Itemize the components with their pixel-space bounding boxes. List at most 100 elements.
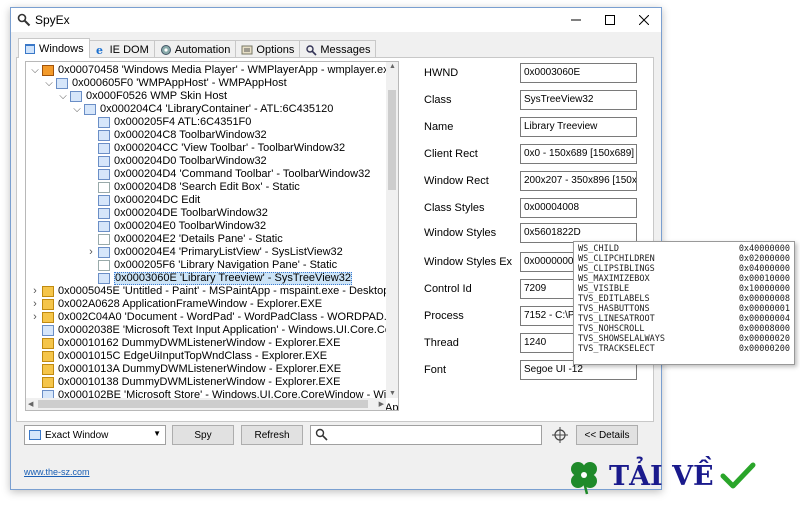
tree-node-label: 0x00010138 DummyDWMListenerWindow - Expl…	[58, 376, 341, 388]
tab-label: Windows	[39, 42, 84, 55]
property-value-field[interactable]: SysTreeView32	[520, 90, 637, 110]
spy-button[interactable]: Spy	[172, 425, 234, 445]
scroll-right-icon[interactable]: ▶	[379, 400, 384, 408]
minimize-button[interactable]	[559, 8, 593, 32]
search-icon	[315, 428, 328, 441]
expand-chevron-icon[interactable]: ›	[30, 285, 40, 298]
style-flag-value: 0x02000000	[738, 254, 790, 264]
tree-node[interactable]: ⌵ 0x00070458 'Windows Media Player' - WMP…	[26, 64, 398, 77]
tree-node[interactable]: 0x000205F6 'Library Navigation Pane' - S…	[26, 259, 386, 272]
tab-ie-dom[interactable]: e IE DOM	[88, 40, 155, 58]
tree-node[interactable]: 0x0003060E 'Library Treeview' - SysTreeV…	[26, 272, 386, 285]
tree-node-label: 0x000204CC 'View Toolbar' - ToolbarWindo…	[114, 142, 346, 154]
tree-vertical-scroll-thumb[interactable]	[388, 90, 396, 190]
tab-windows[interactable]: Windows	[18, 38, 90, 58]
style-flag-name: TVS_LINESATROOT	[578, 314, 655, 324]
tree-node-label: 0x0005045E 'Untitled - Paint' - MSPaintA…	[58, 285, 398, 297]
tree-horizontal-scrollbar[interactable]: ◀ ▶	[26, 398, 386, 410]
window-icon	[70, 91, 82, 102]
tree-node-label: 0x000204DE ToolbarWindow32	[114, 207, 268, 219]
match-mode-combo[interactable]: Exact Window ▼	[24, 425, 166, 445]
tree-node[interactable]: › 0x002A0628 ApplicationFrameWindow - Exp…	[26, 298, 386, 311]
tree-node[interactable]: 0x000204CC 'View Toolbar' - ToolbarWindo…	[26, 142, 386, 155]
tree-node[interactable]: ⌵ 0x000204C4 'LibraryContainer' - ATL:6C4…	[26, 103, 386, 116]
style-flag-name: WS_VISIBLE	[578, 284, 630, 294]
finder-crosshair-button[interactable]	[552, 427, 568, 443]
style-flag-row: WS_CLIPCHILDREN 0x02000000	[578, 254, 790, 264]
tree-node[interactable]: 0x000204DE ToolbarWindow32	[26, 207, 386, 220]
scroll-up-icon[interactable]: ▲	[389, 63, 396, 70]
tree-node[interactable]: 0x000204D8 'Search Edit Box' - Static	[26, 181, 386, 194]
messages-search-icon	[306, 44, 317, 56]
property-label: Client Rect	[424, 148, 478, 160]
tree-node-label: 0x000205F4 ATL:6C4351F0	[114, 116, 252, 128]
window-icon	[98, 156, 110, 167]
scroll-left-icon[interactable]: ◀	[28, 400, 33, 408]
collapse-chevron-icon[interactable]: ⌵	[72, 103, 82, 116]
search-field[interactable]	[310, 425, 542, 445]
property-label: Class	[424, 94, 452, 106]
collapse-chevron-icon[interactable]: ⌵	[30, 64, 40, 77]
style-flag-value: 0x00000001	[738, 304, 790, 314]
property-value-field[interactable]: 0x00004008	[520, 198, 637, 218]
tree-node-label: 0x002C04A0 'Document - WordPad' - WordPa…	[58, 311, 398, 323]
app-window-icon	[42, 312, 54, 323]
property-value-field[interactable]: Library Treeview	[520, 117, 637, 137]
tree-node[interactable]: › 0x000204E4 'PrimaryListView' - SysListV…	[26, 246, 386, 259]
property-label: Window Styles Ex	[424, 256, 513, 268]
tab-options[interactable]: Options	[235, 40, 301, 58]
tree-node[interactable]: 0x000204E2 'Details Pane' - Static	[26, 233, 386, 246]
window-icon	[98, 143, 110, 154]
tree-node[interactable]: 0x00010162 DummyDWMListenerWindow - Expl…	[26, 337, 386, 350]
maximize-button[interactable]	[593, 8, 627, 32]
tab-automation[interactable]: Automation	[153, 40, 237, 58]
tree-vertical-scrollbar[interactable]: ▲ ▼	[386, 62, 398, 398]
collapse-chevron-icon[interactable]: ⌵	[58, 90, 68, 103]
expand-chevron-icon[interactable]: ›	[30, 311, 40, 324]
details-toggle-button[interactable]: << Details	[576, 425, 638, 445]
property-label: Process	[424, 310, 464, 322]
static-control-icon	[98, 260, 110, 271]
property-value-field[interactable]: 0x0003060E	[520, 63, 637, 83]
tree-node[interactable]: ⌵ 0x000605F0 'WMPAppHost' - WMPAppHost	[26, 77, 386, 90]
window-tree[interactable]: ⌵ 0x00070458 'Windows Media Player' - WMP…	[25, 61, 399, 411]
window-icon	[98, 130, 110, 141]
tree-node[interactable]: 0x00010138 DummyDWMListenerWindow - Expl…	[26, 376, 386, 389]
tree-node[interactable]: 0x000204E0 ToolbarWindow32	[26, 220, 386, 233]
style-flag-row: TVS_EDITLABELS 0x00000008	[578, 294, 790, 304]
tab-strip: Windows e IE DOM Automation Options Mess…	[18, 38, 377, 58]
title-bar[interactable]: SpyEx	[11, 8, 661, 32]
website-link[interactable]: www.the-sz.com	[24, 467, 90, 477]
tab-label: IE DOM	[109, 43, 149, 56]
property-value-field[interactable]: 0x0 - 150x689 [150x689]	[520, 144, 637, 164]
app-window-icon	[42, 377, 54, 388]
style-flag-row: WS_CLIPSIBLINGS 0x04000000	[578, 264, 790, 274]
tree-node[interactable]: 0x000205F4 ATL:6C4351F0	[26, 116, 386, 129]
window-styles-popup: WS_CHILD 0x40000000 WS_CLIPCHILDREN 0x02000…	[573, 241, 795, 365]
style-flag-row: WS_CHILD 0x40000000	[578, 244, 790, 254]
tree-node[interactable]: 0x0001013A DummyDWMListenerWindow - Expl…	[26, 363, 386, 376]
tree-node[interactable]: 0x0002038E 'Microsoft Text Input Applica…	[26, 324, 398, 337]
tree-node[interactable]: 0x0001015C EdgeUiInputTopWndClass - Expl…	[26, 350, 386, 363]
tree-node[interactable]: › 0x002C04A0 'Document - WordPad' - WordP…	[26, 311, 398, 324]
style-flag-row: WS_VISIBLE 0x10000000	[578, 284, 790, 294]
scroll-down-icon[interactable]: ▼	[389, 390, 396, 397]
collapse-chevron-icon[interactable]: ⌵	[44, 77, 54, 90]
tab-messages[interactable]: Messages	[299, 40, 377, 58]
tree-node[interactable]: ⌵ 0x000F0526 WMP Skin Host	[26, 90, 386, 103]
tree-horizontal-scroll-thumb[interactable]	[38, 400, 368, 408]
refresh-button[interactable]: Refresh	[241, 425, 303, 445]
expand-chevron-icon[interactable]: ›	[86, 246, 96, 259]
tree-node[interactable]: 0x000204D0 ToolbarWindow32	[26, 155, 386, 168]
property-value-field[interactable]: 200x207 - 350x896 [150x689]	[520, 171, 637, 191]
tree-node[interactable]: 0x000204DC Edit	[26, 194, 386, 207]
tree-node[interactable]: 0x000204C8 ToolbarWindow32	[26, 129, 386, 142]
tree-node-label: 0x0003060E 'Library Treeview' - SysTreeV…	[114, 272, 352, 285]
property-value-field[interactable]: 0x5601822D	[520, 223, 637, 243]
tree-node[interactable]: 0x000204D4 'Command Toolbar' - ToolbarWi…	[26, 168, 386, 181]
expand-chevron-icon[interactable]: ›	[30, 298, 40, 311]
tree-node-label: 0x00070458 'Windows Media Player' - WMPl…	[58, 64, 398, 76]
tree-node[interactable]: › 0x0005045E 'Untitled - Paint' - MSPaint…	[26, 285, 398, 298]
close-button[interactable]	[627, 8, 661, 32]
property-label: HWND	[424, 67, 459, 79]
